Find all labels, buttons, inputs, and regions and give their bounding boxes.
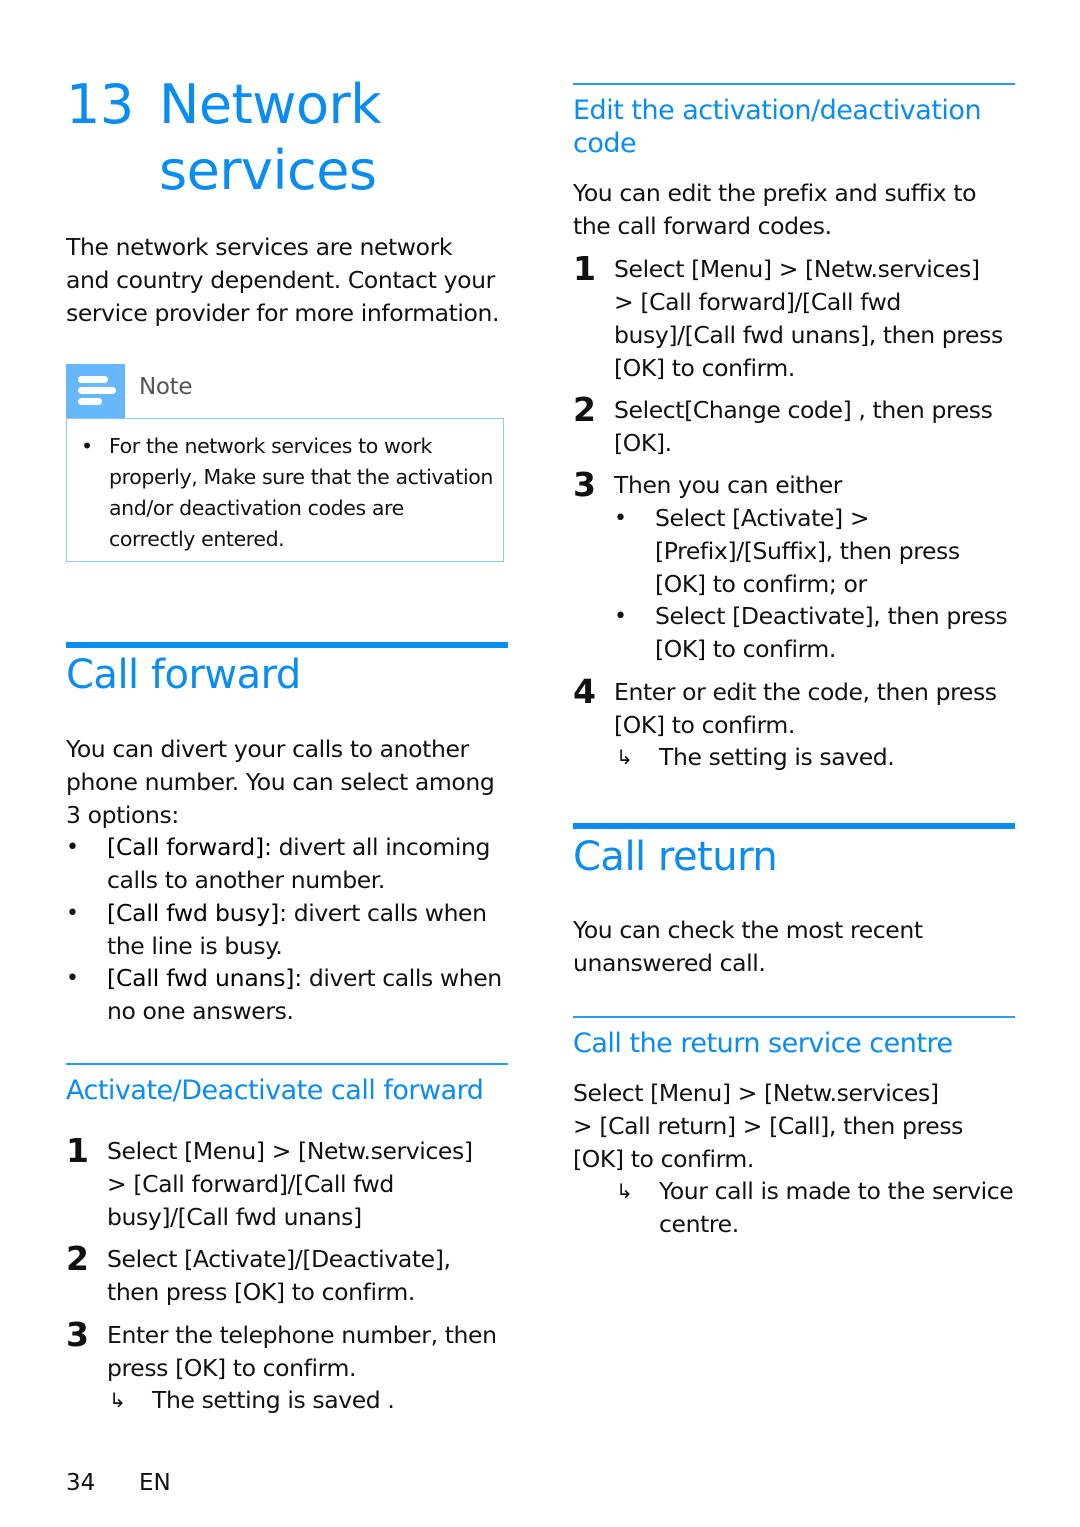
heading-line: Edit the activation/deactivation	[573, 95, 982, 126]
option-line: Select [Activate] >	[655, 504, 870, 532]
step-line: Then you can either	[614, 471, 843, 499]
step-line: [OK].	[614, 429, 672, 457]
intro-line: The network services are network	[66, 233, 453, 261]
note-line: correctly entered.	[109, 527, 285, 551]
bullet-icon: •	[66, 835, 79, 860]
note-title: Note	[139, 374, 193, 400]
heading-line: code	[573, 128, 637, 159]
step-number: 2	[573, 390, 596, 429]
intro-line: You can edit the prefix and suffix to	[573, 179, 977, 207]
bullet-icon: •	[66, 966, 79, 991]
subsection-divider	[66, 1063, 508, 1065]
intro-line: You can check the most recent	[573, 916, 923, 944]
call-return-intro: You can check the most recent unanswered…	[573, 914, 1023, 980]
option-desc-cont: the line is busy.	[107, 932, 283, 960]
section-heading-call-forward: Call forward	[66, 652, 301, 698]
instruction-line: > [Call return] > [Call], then press	[573, 1112, 963, 1140]
step-number: 2	[66, 1239, 89, 1278]
result-arrow-icon: ↳	[109, 1388, 126, 1412]
call-forward-intro: You can divert your calls to another pho…	[66, 733, 516, 832]
intro-line: phone number. You can select among	[66, 768, 495, 796]
option-term: [Call forward]	[107, 833, 264, 861]
step-line: Enter the telephone number, then	[107, 1321, 497, 1349]
result-text: The setting is saved.	[659, 743, 895, 771]
step-line: busy]/[Call fwd unans], then press	[614, 321, 1003, 349]
option-desc-cont: calls to another number.	[107, 866, 385, 894]
note-header: Note	[66, 364, 506, 418]
option-term: [Call fwd busy]	[107, 899, 280, 927]
step-line: then press [OK] to confirm.	[107, 1278, 415, 1306]
bullet-icon: •	[614, 604, 627, 629]
section-divider	[573, 823, 1015, 829]
step-line: [OK] to confirm.	[614, 711, 795, 739]
step-line: Select[Change code] , then press	[614, 396, 993, 424]
subsection-heading-edit-code: Edit the activation/deactivation code	[573, 94, 982, 160]
result-arrow-icon: ↳	[616, 1179, 633, 1203]
option-desc: : divert calls when	[279, 899, 487, 927]
chapter-number: 13	[66, 73, 134, 136]
result-line: centre.	[659, 1210, 739, 1238]
note-line: and/or deactivation codes are	[109, 496, 404, 520]
subsection-divider	[573, 83, 1015, 85]
note-line: For the network services to work	[109, 434, 433, 458]
option-desc: : divert calls when	[294, 964, 502, 992]
intro-line: unanswered call.	[573, 949, 766, 977]
step-number: 3	[66, 1315, 89, 1354]
option-line: [OK] to confirm; or	[655, 570, 867, 598]
step-line: busy]/[Call fwd unans]	[107, 1203, 362, 1231]
section-divider	[66, 642, 508, 648]
step-number: 3	[573, 465, 596, 504]
note-lines-icon	[66, 364, 125, 418]
option-line: Select [Deactivate], then press	[655, 602, 1008, 630]
intro-line: You can divert your calls to another	[66, 735, 469, 763]
note-line: properly, Make sure that the activation	[109, 465, 493, 489]
result-text: The setting is saved .	[152, 1386, 395, 1414]
step-line: > [Call forward]/[Call fwd	[107, 1170, 394, 1198]
step-line: Enter or edit the code, then press	[614, 678, 997, 706]
option-line: [OK] to confirm.	[655, 635, 836, 663]
step-number: 1	[573, 249, 596, 288]
intro-line: service provider for more information.	[66, 299, 500, 327]
step-line: > [Call forward]/[Call fwd	[614, 288, 901, 316]
step-number: 1	[66, 1131, 89, 1170]
page-footer: 34 EN	[66, 1470, 171, 1496]
option-line: [Prefix]/[Suffix], then press	[655, 537, 960, 565]
intro-line: and country dependent. Contact your	[66, 266, 495, 294]
step-line: Select [Activate]/[Deactivate],	[107, 1245, 451, 1273]
step-number: 4	[573, 672, 596, 711]
step-line: [OK] to confirm.	[614, 354, 795, 382]
bullet-icon: •	[614, 506, 627, 531]
intro-line: the call forward codes.	[573, 212, 832, 240]
language-code: EN	[139, 1470, 171, 1496]
note-box: • For the network services to work prope…	[66, 418, 504, 562]
subsection-heading-activate: Activate/Deactivate call forward	[66, 1075, 484, 1106]
chapter-intro: The network services are network and cou…	[66, 231, 516, 330]
chapter-title: 13 Network services	[66, 72, 381, 204]
result-line: Your call is made to the service	[659, 1177, 1014, 1205]
step-line: press [OK] to confirm.	[107, 1354, 357, 1382]
subsection-heading-call-return-centre: Call the return service centre	[573, 1028, 953, 1059]
edit-code-intro: You can edit the prefix and suffix to th…	[573, 177, 1023, 243]
option-desc: : divert all incoming	[263, 833, 491, 861]
chapter-title-line2: services	[159, 139, 377, 202]
instruction-line: [OK] to confirm.	[573, 1145, 754, 1173]
chapter-title-line1: Network	[159, 73, 381, 136]
instruction-line: Select [Menu] > [Netw.services]	[573, 1079, 939, 1107]
option-desc-cont: no one answers.	[107, 997, 294, 1025]
bullet-icon: •	[81, 434, 93, 458]
bullet-icon: •	[66, 901, 79, 926]
section-heading-call-return: Call return	[573, 834, 778, 880]
page-number: 34	[66, 1470, 96, 1496]
subsection-divider	[573, 1016, 1015, 1018]
call-return-instructions: Select [Menu] > [Netw.services] > [Call …	[573, 1077, 1023, 1176]
step-line: Select [Menu] > [Netw.services]	[614, 255, 980, 283]
step-line: Select [Menu] > [Netw.services]	[107, 1137, 473, 1165]
result-arrow-icon: ↳	[616, 745, 633, 769]
option-term: [Call fwd unans]	[107, 964, 295, 992]
intro-line: 3 options:	[66, 801, 179, 829]
